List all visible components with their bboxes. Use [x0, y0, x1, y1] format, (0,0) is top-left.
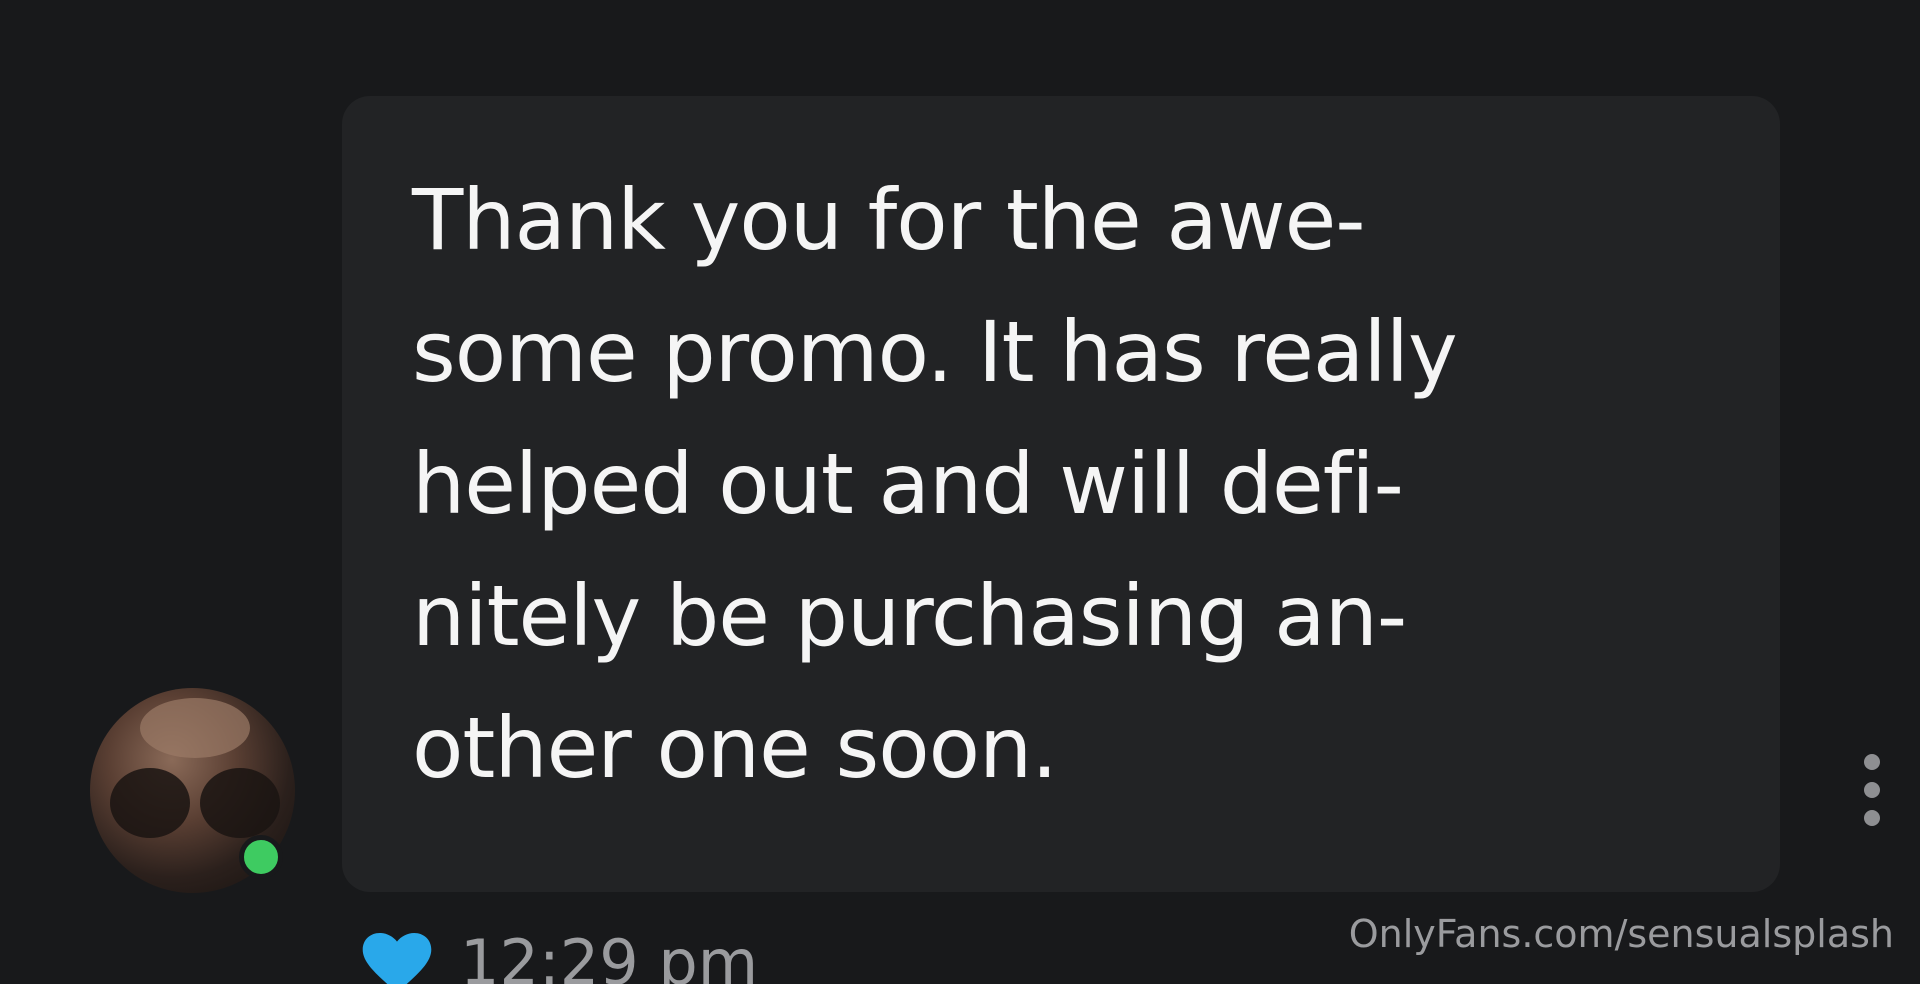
message-line: helped out and will defi- [412, 435, 1404, 533]
message-bubble[interactable]: Thank you for the awe- some promo. It ha… [342, 96, 1780, 892]
more-dot [1864, 754, 1880, 770]
sender-avatar[interactable] [90, 688, 295, 893]
chat-screen: Thank you for the awe- some promo. It ha… [0, 0, 1920, 984]
message-line: some promo. It has really [412, 303, 1458, 401]
online-status-icon [239, 835, 283, 879]
message-line: other one soon. [412, 699, 1058, 797]
message-timestamp: 12:29 pm [460, 926, 759, 984]
message-meta: 12:29 pm [362, 926, 758, 984]
more-dot [1864, 810, 1880, 826]
message-text: Thank you for the awe- some promo. It ha… [412, 154, 1710, 814]
more-options-icon[interactable] [1858, 754, 1886, 826]
message-line: Thank you for the awe- [412, 171, 1366, 269]
heart-icon[interactable] [362, 932, 432, 984]
more-dot [1864, 782, 1880, 798]
message-line: nitely be purchasing an- [412, 567, 1407, 665]
watermark: OnlyFans.com/sensualsplash [1348, 912, 1894, 956]
